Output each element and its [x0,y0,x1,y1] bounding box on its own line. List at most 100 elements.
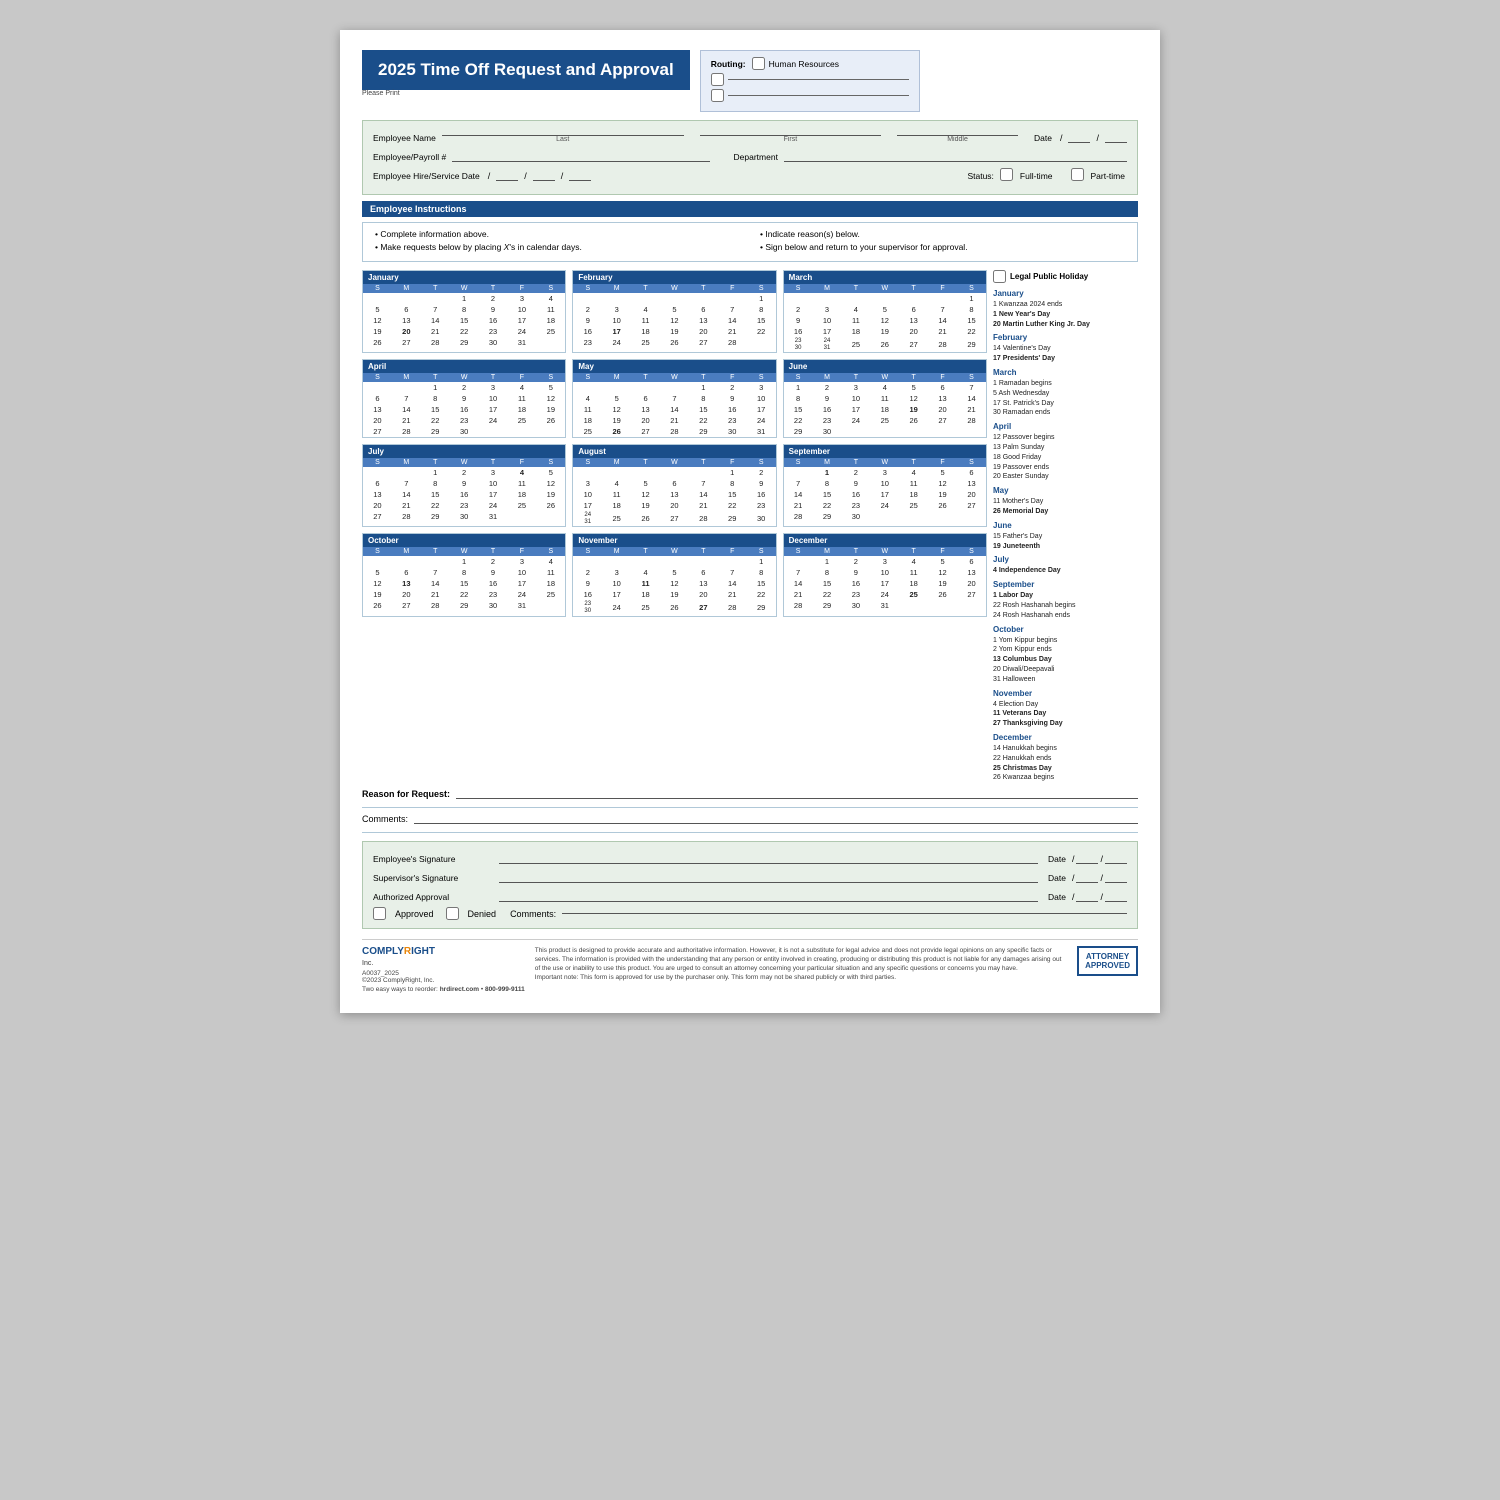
legal-holiday-checkbox[interactable] [993,270,1006,283]
hire-day[interactable] [533,167,555,181]
calendars-area: January SMTWTFS 1234 567891011 121314151… [362,270,1138,783]
h-jan-1: 1 Kwanzaa 2024 ends [993,300,1138,310]
emp-date-m[interactable] [1076,850,1098,864]
instr-right-1: • Indicate reason(s) below. [760,229,1125,239]
supervisor-sig-label: Supervisor's Signature [373,873,493,883]
h-jun-1: 15 Father's Day [993,532,1138,542]
h-dec-4: 26 Kwanzaa begins [993,773,1138,783]
supervisor-sig-row: Supervisor's Signature Date / / [373,869,1127,883]
header-section: 2025 Time Off Request and Approval Pleas… [362,50,1138,112]
status-label: Status: [967,171,993,181]
cal-october-header: October [363,534,565,547]
reason-label: Reason for Request: [362,789,450,799]
department-label: Department [734,152,778,162]
h-may-2: 26 Memorial Day [993,507,1138,517]
h-oct-4: 20 Diwali/Deepavali [993,665,1138,675]
h-month-may: May [993,486,1138,495]
denied-checkbox[interactable] [446,907,459,920]
reorder-info: Two easy ways to reorder: hrdirect.com •… [362,986,525,993]
sup-date-d[interactable] [1105,869,1127,883]
h-oct-1: 1 Yom Kippur begins [993,636,1138,646]
comply-right-logo: COMPLYRIGHTInc. [362,946,525,968]
instructions-section: Employee Instructions • Complete informa… [362,201,1138,262]
cal-july-header: July [363,445,565,458]
h-month-june: June [993,521,1138,530]
approved-checkbox[interactable] [373,907,386,920]
h-feb-1: 14 Valentine's Day [993,344,1138,354]
date-day[interactable] [1105,129,1127,143]
comments-field[interactable] [414,823,1138,824]
please-print: Please Print [362,90,690,97]
routing-checkbox-2[interactable] [711,73,724,86]
h-mar-3: 17 St. Patrick's Day [993,399,1138,409]
approved-label: Approved [395,909,434,919]
auth-date-m[interactable] [1076,888,1098,902]
middle-sub: Middle [897,136,1018,143]
cal-february-header: February [573,271,775,284]
cal-may-header: May [573,360,775,373]
h-dec-1: 14 Hanukkah begins [993,744,1138,754]
h-apr-5: 20 Easter Sunday [993,472,1138,482]
supervisor-sig-field[interactable] [499,869,1038,883]
authorized-sig-label: Authorized Approval [373,892,493,902]
cal-september: September SMTWTFS 123456 78910111213 141… [783,444,987,527]
instructions-left: • Complete information above. • Make req… [375,229,740,255]
h-dec-2: 22 Hanukkah ends [993,754,1138,764]
employee-section: Employee Name Last First Middle Date / / [362,120,1138,195]
cal-june-header: June [784,360,986,373]
cal-september-header: September [784,445,986,458]
reason-section: Reason for Request: Comments: [362,789,1138,824]
instructions-body: • Complete information above. • Make req… [362,222,1138,262]
first-sub: First [700,136,881,143]
h-month-december: December [993,733,1138,742]
department-field[interactable] [784,148,1127,162]
hire-month[interactable] [496,167,518,181]
date-month[interactable] [1068,129,1090,143]
authorized-sig-field[interactable] [499,888,1038,902]
h-nov-3: 27 Thanksgiving Day [993,719,1138,729]
h-oct-2: 2 Yom Kippur ends [993,645,1138,655]
h-sep-2: 22 Rosh Hashanah begins [993,601,1138,611]
reason-field[interactable] [456,798,1138,799]
h-sep-1: 1 Labor Day [993,591,1138,601]
sup-date-m[interactable] [1076,869,1098,883]
last-sub: Last [442,136,684,143]
name-label: Employee Name [373,133,436,143]
cal-row-2: April SMTWTFS 12345 6789101112 131415161… [362,359,987,438]
denied-label: Denied [468,909,497,919]
fulltime-label: Full-time [1020,171,1053,181]
instr-left-1: • Complete information above. [375,229,740,239]
auth-date-d[interactable] [1105,888,1127,902]
employee-sig-field[interactable] [499,850,1038,864]
h-month-february: February [993,333,1138,342]
h-feb-2: 17 Presidents' Day [993,354,1138,364]
routing-checkbox-3[interactable] [711,89,724,102]
cal-april: April SMTWTFS 12345 6789101112 131415161… [362,359,566,438]
cal-august-header: August [573,445,775,458]
payroll-field[interactable] [452,148,709,162]
cal-may: May SMTWTFS 123 45678910 11121314151617 … [572,359,776,438]
authorized-sig-row: Authorized Approval Date / / [373,888,1127,902]
routing-checkbox-hr[interactable] [752,57,765,70]
emp-date-d[interactable] [1105,850,1127,864]
auth-date-label: Date [1048,892,1066,902]
h-month-september: September [993,580,1138,589]
fulltime-checkbox[interactable] [1000,168,1013,181]
comments-label: Comments: [362,814,408,824]
h-nov-1: 4 Election Day [993,700,1138,710]
employee-sig-label: Employee's Signature [373,854,493,864]
legal-holiday-label: Legal Public Holiday [993,270,1138,283]
cal-november: November SMTWTFS 1 2345678 9101112131415… [572,533,776,616]
page: 2025 Time Off Request and Approval Pleas… [340,30,1160,1013]
sup-date-label: Date [1048,873,1066,883]
employee-sig-row: Employee's Signature Date / / [373,850,1127,864]
h-month-april: April [993,422,1138,431]
cal-june: June SMTWTFS 1234567 891011121314 151617… [783,359,987,438]
h-month-october: October [993,625,1138,634]
h-sep-3: 24 Rosh Hashanah ends [993,611,1138,621]
parttime-checkbox[interactable] [1071,168,1084,181]
routing-label: Routing: [711,59,746,69]
cal-december: December SMTWTFS 123456 78910111213 1415… [783,533,987,616]
hire-year[interactable] [569,167,591,181]
instr-right-2: • Sign below and return to your supervis… [760,242,1125,252]
